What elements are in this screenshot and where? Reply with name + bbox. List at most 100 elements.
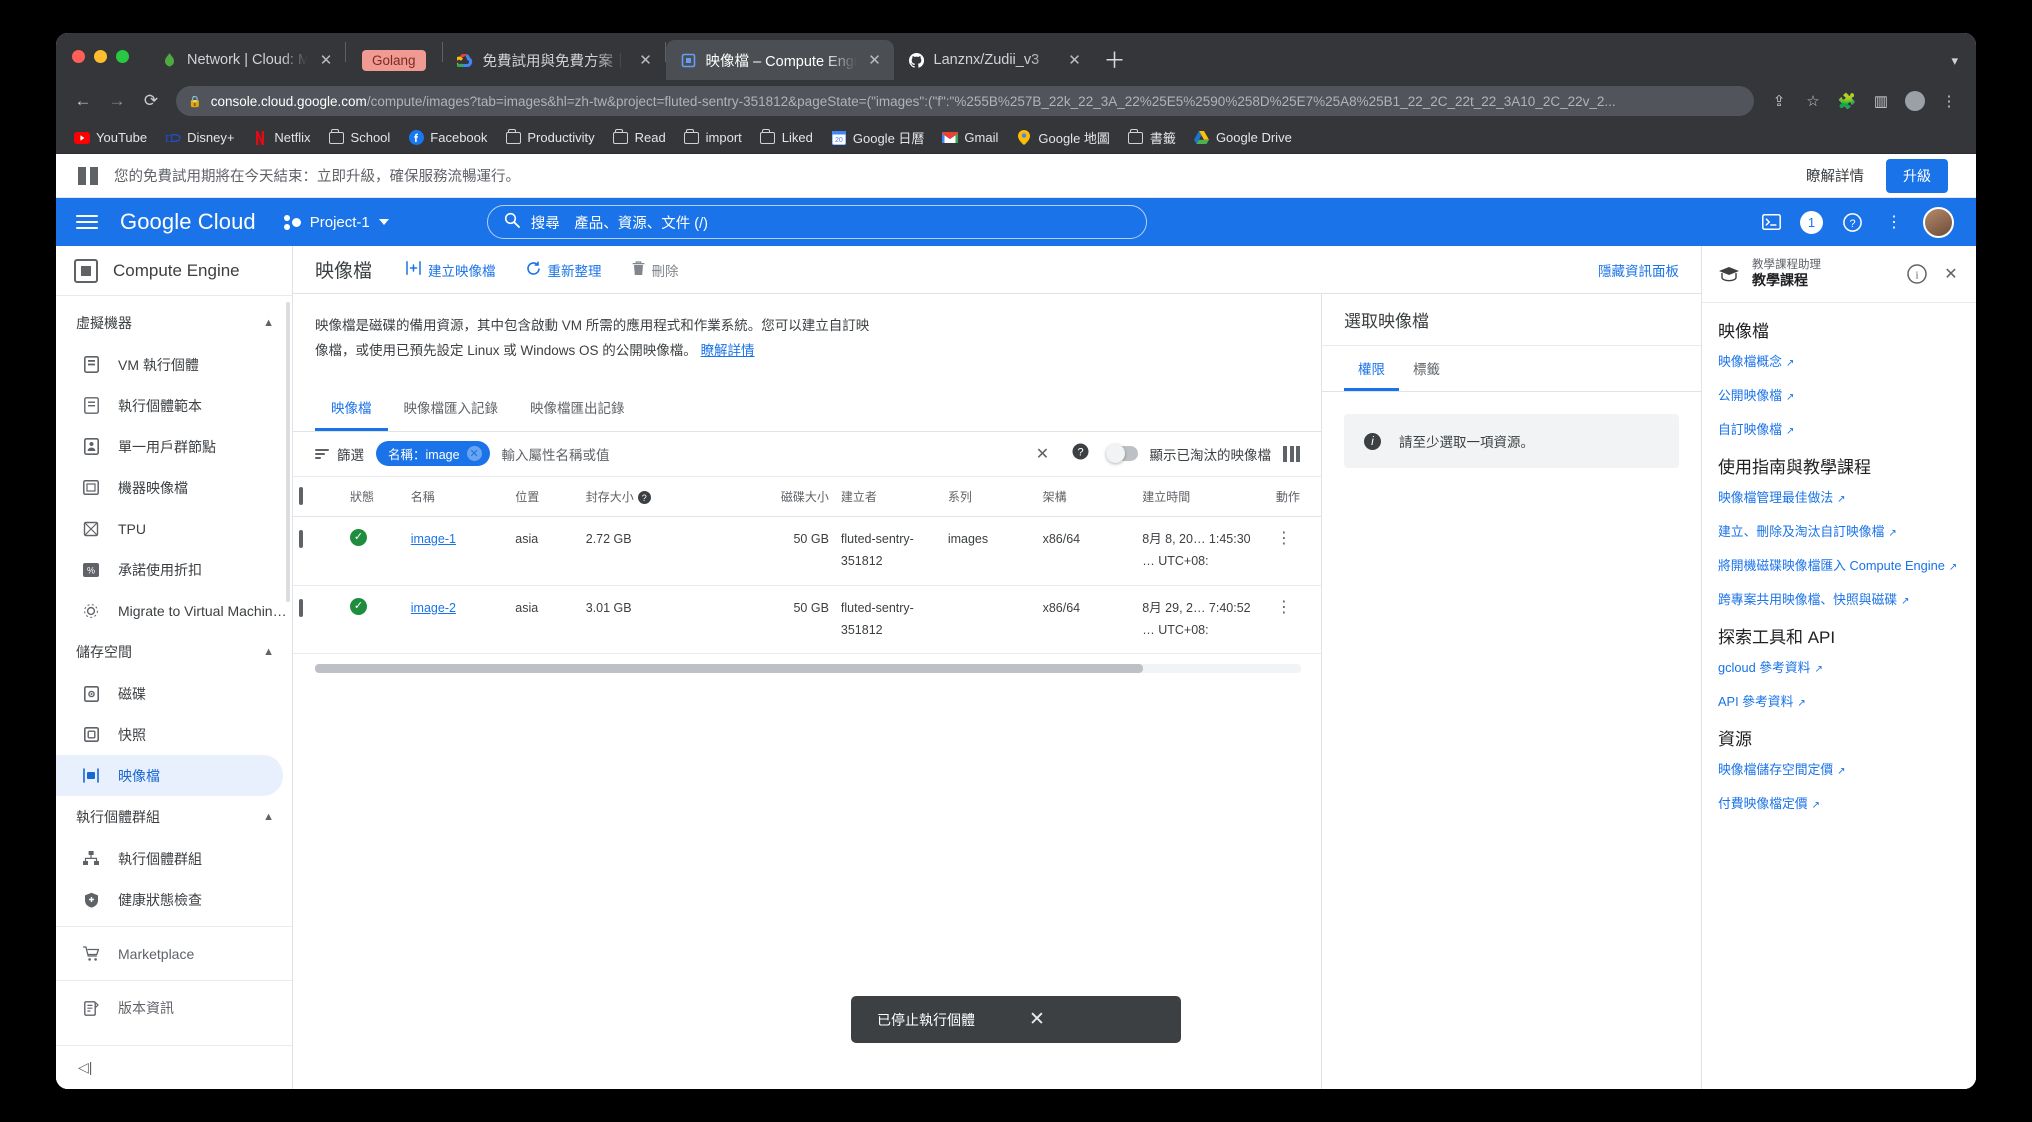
bookmark-google-maps[interactable]: Google 地圖 xyxy=(1008,125,1118,150)
column-archive-size[interactable]: 封存大小? xyxy=(579,476,724,517)
toast-close-button[interactable]: ✕ xyxy=(1029,1008,1045,1031)
minimize-window-button[interactable] xyxy=(94,50,107,63)
menu-icon[interactable] xyxy=(76,215,98,229)
address-bar[interactable]: 🔒 console.cloud.google.com/compute/image… xyxy=(176,86,1754,116)
clear-filter-icon[interactable]: ✕ xyxy=(1030,444,1056,464)
delete-button[interactable]: 刪除 xyxy=(632,260,679,280)
maximize-window-button[interactable] xyxy=(116,50,129,63)
info-icon[interactable]: i xyxy=(1906,263,1928,285)
sidebar-item-snapshots[interactable]: 快照 xyxy=(56,714,292,755)
table-row[interactable]: ✓ image-2 asia 3.01 GB 50 GB fluted-sent… xyxy=(293,585,1321,655)
column-location[interactable]: 位置 xyxy=(509,476,580,517)
tab-permissions[interactable]: 權限 xyxy=(1344,346,1399,391)
bookmark-google-drive[interactable]: Google Drive xyxy=(1186,127,1300,149)
chevron-down-icon[interactable]: ▾ xyxy=(1951,53,1958,69)
chrome-menu-icon[interactable]: ⋮ xyxy=(1936,88,1962,114)
sidebar-item-images[interactable]: 映像檔 xyxy=(56,755,283,796)
sidepanel-icon[interactable]: ▥ xyxy=(1868,88,1894,114)
sidebar-item-vm-instances[interactable]: VM 執行個體 xyxy=(56,344,292,385)
bookmark-liked[interactable]: Liked xyxy=(752,127,821,149)
column-family[interactable]: 系列 xyxy=(941,476,1037,517)
nav-group-vm[interactable]: 虛擬機器 ▲ xyxy=(56,302,292,344)
column-name[interactable]: 名稱 xyxy=(404,476,510,517)
bookmark-gmail[interactable]: Gmail xyxy=(934,127,1006,149)
help-link[interactable]: 映像檔儲存空間定價 ↗ xyxy=(1718,759,1960,778)
close-tab-button[interactable]: ✕ xyxy=(637,51,655,69)
share-icon[interactable]: ⇪ xyxy=(1766,88,1792,114)
column-creator[interactable]: 建立者 xyxy=(834,476,942,517)
notification-badge[interactable]: 1 xyxy=(1800,210,1823,234)
more-options-icon[interactable]: ⋮ xyxy=(1881,209,1907,235)
sidebar-item-instance-templates[interactable]: 執行個體範本 xyxy=(56,385,292,426)
filter-help-icon[interactable]: ? xyxy=(1068,443,1094,465)
browser-tab-compute-engine[interactable]: 映像檔 – Compute Engine – Pro ✕ xyxy=(665,40,894,80)
bookmark-shujian[interactable]: 書籤 xyxy=(1120,125,1184,150)
user-avatar[interactable] xyxy=(1923,206,1954,238)
extensions-icon[interactable]: 🧩 xyxy=(1834,88,1860,114)
help-link[interactable]: gcloud 參考資料 ↗ xyxy=(1718,657,1960,676)
close-tab-button[interactable]: ✕ xyxy=(1066,51,1084,69)
row-menu-icon[interactable]: ⋮ xyxy=(1276,530,1292,547)
bookmark-google-calendar[interactable]: 20 Google 日曆 xyxy=(823,125,933,150)
description-learn-more-link[interactable]: 瞭解詳情 xyxy=(701,343,755,358)
sidebar-item-machine-images[interactable]: 機器映像檔 xyxy=(56,467,292,508)
help-link[interactable]: 自訂映像檔 ↗ xyxy=(1718,419,1960,438)
table-horizontal-scrollbar[interactable] xyxy=(315,664,1301,674)
column-options-icon[interactable] xyxy=(1283,445,1303,462)
forward-button[interactable]: → xyxy=(104,88,130,114)
show-deprecated-toggle[interactable] xyxy=(1105,444,1138,464)
image-name-link[interactable]: image-2 xyxy=(411,601,456,615)
bookmark-import[interactable]: import xyxy=(676,127,750,149)
close-window-button[interactable] xyxy=(72,50,85,63)
back-button[interactable]: ← xyxy=(70,88,96,114)
sidebar-item-migrate-to-vms[interactable]: Migrate to Virtual Machin… xyxy=(56,590,292,631)
archive-size-help-icon[interactable]: ? xyxy=(637,491,651,505)
row-actions-cell[interactable]: ⋮ xyxy=(1269,516,1321,586)
row-checkbox[interactable] xyxy=(299,529,303,548)
table-row[interactable]: ✓ image-1 asia 2.72 GB 50 GB fluted-sent… xyxy=(293,516,1321,586)
sidebar-item-sole-tenant-nodes[interactable]: 單一用戶群節點 xyxy=(56,426,292,467)
help-icon[interactable]: ? xyxy=(1839,209,1865,235)
tab-image-export-history[interactable]: 映像檔匯出記錄 xyxy=(514,384,641,431)
sidebar-item-marketplace[interactable]: Marketplace xyxy=(56,933,292,974)
bookmark-star-icon[interactable]: ☆ xyxy=(1800,88,1826,114)
sidebar-item-committed-use-discounts[interactable]: % 承諾使用折扣 xyxy=(56,549,292,590)
nav-group-instance-groups[interactable]: 執行個體群組 ▲ xyxy=(56,796,292,838)
filter-button[interactable]: 篩選 xyxy=(315,444,364,464)
column-status[interactable]: 狀態 xyxy=(344,476,405,517)
collapse-sidebar-button[interactable]: ◁| xyxy=(56,1045,292,1089)
bookmark-youtube[interactable]: YouTube xyxy=(66,127,155,149)
row-checkbox[interactable] xyxy=(299,598,303,617)
tab-images[interactable]: 映像檔 xyxy=(315,384,388,431)
browser-tab-github[interactable]: Lanznx/Zudii_v3 ✕ xyxy=(894,40,1094,80)
sidebar-item-instance-groups[interactable]: 執行個體群組 xyxy=(56,838,292,879)
help-link[interactable]: 付費映像檔定價 ↗ xyxy=(1718,793,1960,812)
help-link[interactable]: 公開映像檔 ↗ xyxy=(1718,385,1960,404)
sidebar-item-health-checks[interactable]: 健康狀態檢查 xyxy=(56,879,292,920)
row-actions-cell[interactable]: ⋮ xyxy=(1269,585,1321,655)
filter-chip-name[interactable]: 名稱：image ✕ xyxy=(376,441,490,467)
close-tab-button[interactable]: ✕ xyxy=(866,51,884,69)
nav-group-storage[interactable]: 儲存空間 ▲ xyxy=(56,631,292,673)
row-menu-icon[interactable]: ⋮ xyxy=(1276,599,1292,616)
refresh-button[interactable]: 重新整理 xyxy=(526,260,602,280)
google-cloud-logo[interactable]: Google Cloud xyxy=(120,209,256,235)
cloud-shell-icon[interactable] xyxy=(1758,209,1784,235)
column-created-time[interactable]: 建立時間 xyxy=(1136,476,1270,517)
help-link[interactable]: 映像檔管理最佳做法 ↗ xyxy=(1718,487,1960,506)
filter-input[interactable]: 輸入屬性名稱或值 xyxy=(502,444,1018,464)
nav-scroll-area[interactable]: 虛擬機器 ▲ VM 執行個體 執行個體範本 單一用戶群節點 機器映像檔 TPU … xyxy=(56,296,292,1045)
project-selector[interactable]: Project-1 xyxy=(283,214,389,231)
column-architecture[interactable]: 架構 xyxy=(1036,476,1137,517)
learn-more-link[interactable]: 瞭解詳情 xyxy=(1806,165,1864,186)
close-icon[interactable]: ✕ xyxy=(1940,263,1962,285)
bookmark-school[interactable]: School xyxy=(321,127,399,149)
close-tab-button[interactable]: ✕ xyxy=(317,51,335,69)
column-disk-size[interactable]: 磁碟大小 xyxy=(723,476,835,517)
create-image-button[interactable]: 建立映像檔 xyxy=(406,260,496,280)
help-link[interactable]: 建立、刪除及淘汰自訂映像檔 ↗ xyxy=(1718,521,1960,540)
bookmark-facebook[interactable]: Facebook xyxy=(400,127,495,149)
image-name-link[interactable]: image-1 xyxy=(411,532,456,546)
sidebar-item-release-notes[interactable]: 版本資訊 xyxy=(56,987,292,1028)
bookmark-productivity[interactable]: Productivity xyxy=(497,127,602,149)
